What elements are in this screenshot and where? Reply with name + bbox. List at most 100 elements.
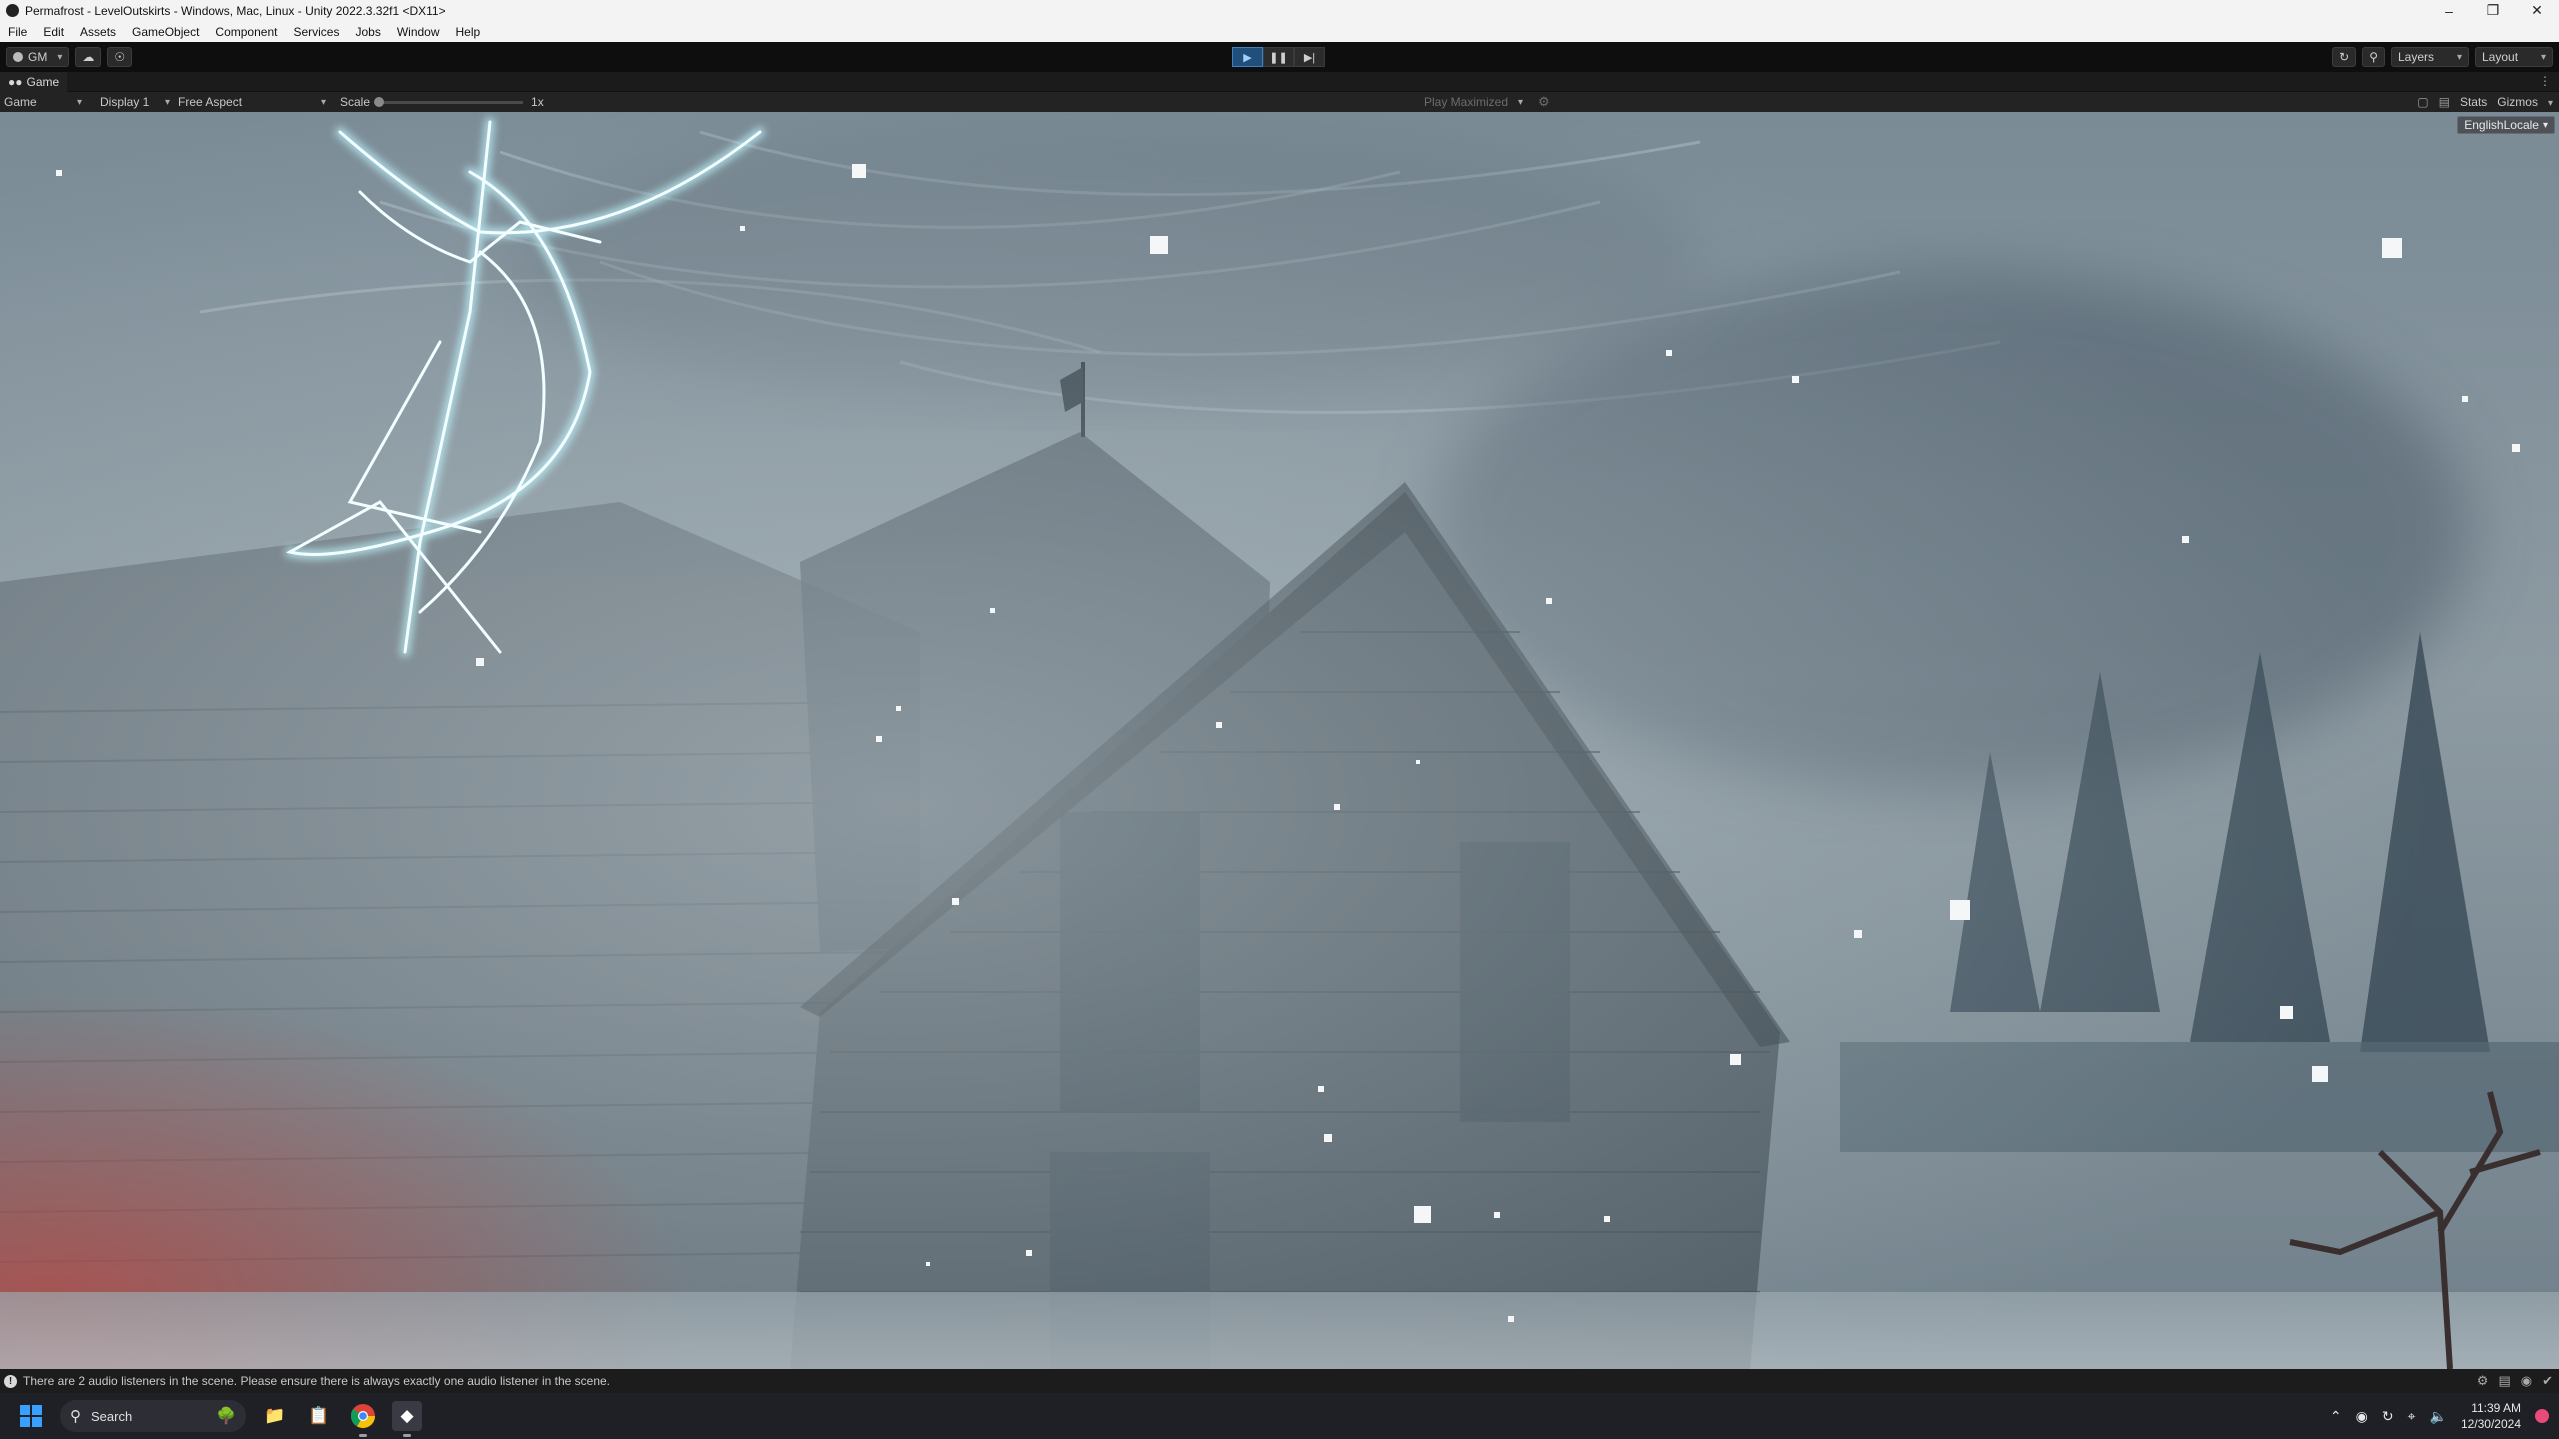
view-mode-label: Game [4,95,37,109]
sync-icon[interactable]: ↻ [2382,1408,2394,1425]
search-button[interactable]: ⚲ [2362,47,2385,67]
menu-edit[interactable]: Edit [35,25,72,39]
debug-icon[interactable]: ⚙ [2477,1373,2489,1389]
chevron-down-icon: ▾ [2542,119,2548,131]
console-status-bar[interactable]: ! There are 2 audio listeners in the sce… [0,1369,2559,1393]
game-view-toolbar: Game Display 1 Free Aspect Scale 1x Play… [0,92,2559,112]
pause-icon: ❚❚ [1269,51,1288,64]
menu-jobs[interactable]: Jobs [347,25,388,39]
close-icon[interactable]: ✕ [2515,0,2559,21]
aspect-dropdown[interactable]: Free Aspect [174,92,330,112]
chrome-icon[interactable] [348,1401,378,1437]
scale-label: Scale [340,95,371,109]
chrome-logo [350,1404,375,1429]
play-icon: ▶ [1243,51,1252,64]
scale-control: Scale 1x [336,92,548,112]
game-viewport[interactable]: EnglishLocale ▾ [0,112,2559,1369]
step-icon: ▶| [1303,51,1316,64]
audio-mute-icon[interactable]: ▢ [2417,95,2428,109]
scale-slider-handle[interactable] [374,96,385,107]
taskbar-search[interactable]: ⚲ Search 🌳 [60,1400,246,1432]
discord-icon[interactable]: ◉ [2356,1408,2368,1425]
status-message: There are 2 audio listeners in the scene… [23,1374,611,1388]
scale-value: 1x [531,95,544,109]
ember-glow [0,112,2559,1369]
unity-icon[interactable]: ◆ [392,1401,422,1437]
tab-menu-icon[interactable]: ⋮ [2539,74,2551,88]
restore-icon[interactable]: ❐ [2471,0,2515,21]
window-controls: – ❐ ✕ [2427,0,2559,21]
system-tray: ⌃ ◉ ↻ ⌖ 🔈 11:39 AM 12/30/2024 [2330,1393,2549,1439]
menu-bar: File Edit Assets GameObject Component Se… [0,21,2559,42]
toolbar-right: ↻ ⚲ Layers Layout [2332,47,2553,67]
minimize-icon[interactable]: – [2427,0,2471,21]
menu-component[interactable]: Component [207,25,285,39]
shortcuts-icon[interactable]: ▤ [2439,95,2450,109]
display-label: Display 1 [100,95,150,109]
play-controls: ▶ ❚❚ ▶| [1232,47,1325,67]
pause-button[interactable]: ❚❚ [1263,47,1294,67]
menu-services[interactable]: Services [285,25,347,39]
layers-dropdown[interactable]: Layers [2391,47,2469,67]
file-explorer-icon[interactable]: 📁 [260,1401,290,1431]
menu-file[interactable]: File [0,25,35,39]
stack-icon[interactable]: ▤ [2498,1373,2510,1389]
step-button[interactable]: ▶| [1294,47,1325,67]
account-icon [13,52,23,62]
taskbar-apps: 📁 📋 ◆ [260,1401,422,1437]
game-controller-icon: ●● [8,74,23,89]
windows-start-icon[interactable] [20,1405,42,1427]
account-dropdown[interactable]: GM [6,47,70,67]
menu-assets[interactable]: Assets [72,25,124,39]
notepad-icon[interactable]: 📋 [304,1401,334,1431]
display-dropdown[interactable]: Display 1 [96,92,174,112]
play-button[interactable]: ▶ [1232,47,1263,67]
layers-label: Layers [2398,50,2435,64]
window-title: Permafrost - LevelOutskirts - Windows, M… [25,3,446,18]
search-highlight-icon: 🌳 [216,1408,236,1425]
game-scene [0,112,2559,1369]
progress-icon[interactable]: ◉ [2521,1373,2532,1389]
taskbar-search-placeholder: Search [91,1408,133,1424]
collab-button[interactable]: ☉ [107,47,133,67]
clock-date: 12/30/2024 [2460,1417,2521,1431]
locale-label: EnglishLocale [2464,118,2539,132]
chevron-up-icon[interactable]: ⌃ [2330,1408,2342,1425]
cloud-button[interactable]: ☁ [75,47,102,67]
gizmos-label: Gizmos [2497,95,2538,109]
snow-ground [0,1292,2559,1369]
play-maximized-dropdown[interactable]: Play Maximized [1420,92,1527,112]
search-icon: ⚲ [70,1408,81,1425]
account-label: GM [28,50,48,64]
volume-icon[interactable]: 🔈 [2430,1408,2447,1425]
view-mode-dropdown[interactable]: Game [0,92,86,112]
wifi-icon[interactable]: ⌖ [2408,1408,2416,1425]
status-bar-icons: ⚙ ▤ ◉ ✔ [2477,1373,2553,1389]
clock-time: 11:39 AM [2471,1401,2521,1415]
stats-button[interactable]: Stats [2460,95,2487,109]
network-icon[interactable]: ✔ [2542,1373,2553,1389]
game-tab-bar: ●● Game ⋮ [0,71,2559,92]
bug-icon[interactable]: ⚙ [1538,94,1550,110]
tab-game[interactable]: ●● Game [0,71,68,92]
clock[interactable]: 11:39 AM 12/30/2024 [2461,1400,2521,1432]
history-button[interactable]: ↻ [2332,47,2357,67]
search-icon: ⚲ [2369,50,2378,64]
locale-dropdown[interactable]: EnglishLocale ▾ [2457,116,2555,134]
gizmos-dropdown[interactable]: Gizmos [2497,95,2553,109]
collab-icon: ☉ [114,50,126,64]
tab-game-label: Game [26,74,60,89]
game-view-toolbar-right: ▢ ▤ Stats Gizmos [2417,92,2553,112]
history-icon: ↻ [2339,50,2350,64]
menu-gameobject[interactable]: GameObject [124,25,207,39]
scale-slider[interactable] [374,96,524,107]
layout-dropdown[interactable]: Layout [2475,47,2553,67]
layout-label: Layout [2482,50,2519,64]
unity-app-icon [6,4,19,17]
menu-help[interactable]: Help [448,25,489,39]
aspect-label: Free Aspect [178,95,243,109]
play-maximized-label: Play Maximized [1424,95,1509,109]
menu-window[interactable]: Window [389,25,448,39]
window-title-bar: Permafrost - LevelOutskirts - Windows, M… [0,0,2559,21]
notification-icon[interactable] [2535,1409,2549,1423]
